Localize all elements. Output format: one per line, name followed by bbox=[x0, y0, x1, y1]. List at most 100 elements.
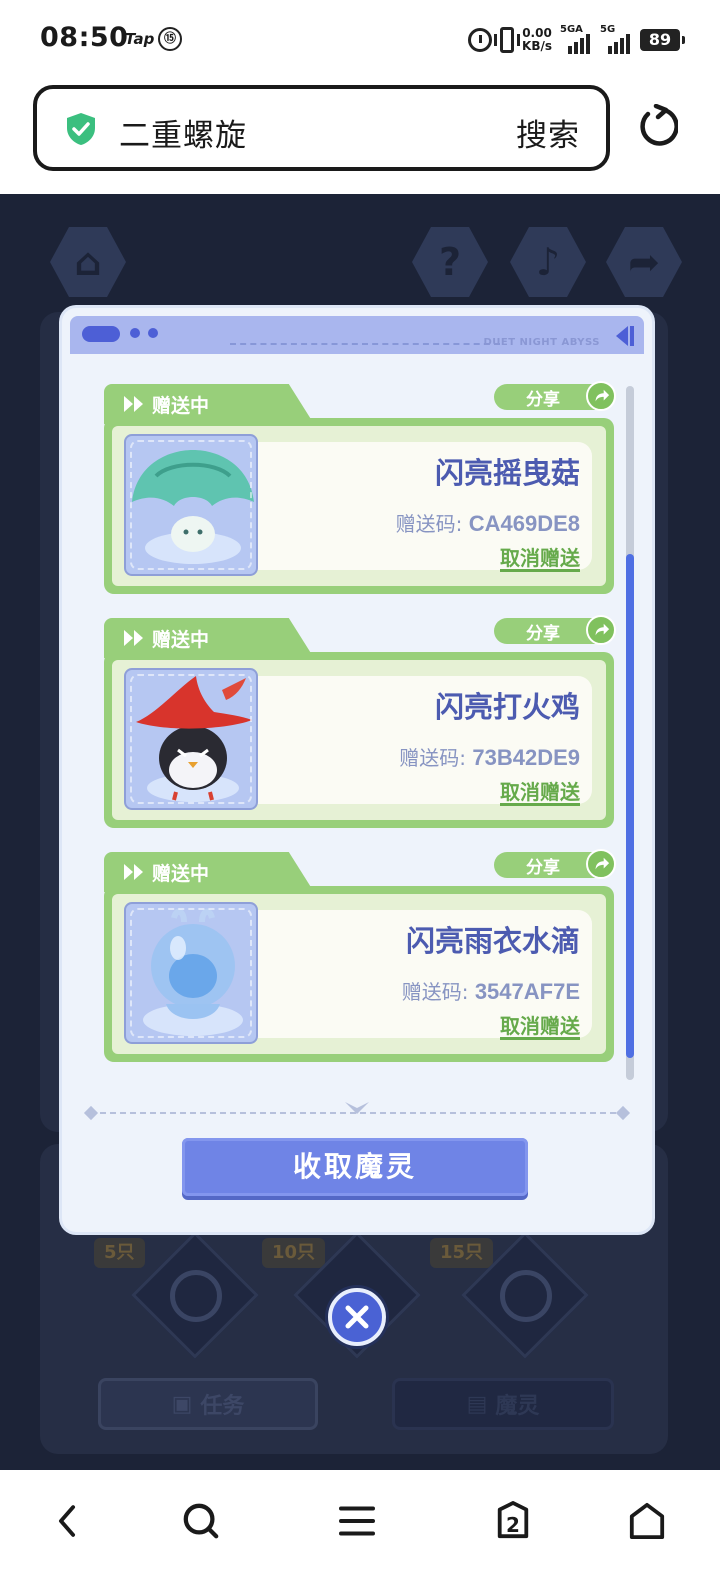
cancel-gift-link[interactable]: 取消赠送 bbox=[500, 542, 580, 571]
share-arrow-icon bbox=[586, 381, 616, 411]
task-tab-button[interactable]: ▣ 任务 bbox=[98, 1378, 318, 1430]
divider-end-dot bbox=[615, 1105, 631, 1121]
tabs-button[interactable]: 2 bbox=[488, 1496, 538, 1546]
license-icon: ⑮ bbox=[158, 27, 182, 51]
divider-end-dot bbox=[83, 1105, 99, 1121]
tab-count: 2 bbox=[506, 1513, 520, 1537]
gift-code: 赠送码: 73B42DE9 bbox=[399, 742, 580, 771]
menu-button[interactable] bbox=[332, 1496, 382, 1546]
card-frame: 闪亮摇曳菇 赠送码: CA469DE8 取消赠送 bbox=[104, 418, 614, 594]
collect-spirit-button[interactable]: 收取魔灵 bbox=[182, 1138, 528, 1196]
card-inner: 闪亮打火鸡 赠送码: 73B42DE9 取消赠送 bbox=[112, 660, 606, 820]
spirit-name: 闪亮打火鸡 bbox=[434, 690, 580, 724]
card-inner: 闪亮雨衣水滴 赠送码: 3547AF7E 取消赠送 bbox=[112, 894, 606, 1054]
status-time: 08:50 bbox=[40, 22, 129, 53]
fast-forward-icon bbox=[124, 630, 143, 646]
taptap-icon: Tap bbox=[125, 30, 155, 48]
check-icon bbox=[500, 1270, 552, 1322]
share-arrow-icon bbox=[586, 849, 616, 879]
raindrop-spirit-icon bbox=[143, 908, 243, 1036]
spirit-icon: ▤ bbox=[466, 1391, 488, 1417]
security-shield-icon bbox=[67, 113, 95, 145]
card-status-tab: 赠送中 bbox=[104, 618, 314, 658]
share-label: 分享 bbox=[526, 858, 560, 878]
share-arrow-icon bbox=[586, 615, 616, 645]
close-button[interactable] bbox=[328, 1288, 386, 1346]
share-button[interactable]: 分享 bbox=[494, 381, 616, 411]
alarm-icon bbox=[468, 28, 493, 52]
vibrate-icon bbox=[494, 27, 521, 53]
battery-icon: 89 bbox=[640, 29, 685, 51]
music-icon[interactable]: ♪ bbox=[510, 227, 586, 297]
help-icon[interactable]: ? bbox=[412, 227, 488, 297]
spirit-image-firebird bbox=[124, 668, 258, 810]
spirit-name: 闪亮雨衣水滴 bbox=[405, 924, 580, 958]
gift-card: 闪亮打火鸡 赠送码: 73B42DE9 取消赠送 赠送中 分享 bbox=[104, 615, 616, 828]
back-button[interactable] bbox=[42, 1496, 92, 1546]
spirit-name: 闪亮摇曳菇 bbox=[434, 456, 580, 490]
search-box[interactable]: 二重螺旋 搜索 bbox=[33, 85, 610, 171]
card-frame: 闪亮打火鸡 赠送码: 73B42DE9 取消赠送 bbox=[104, 652, 614, 828]
card-inner: 闪亮摇曳菇 赠送码: CA469DE8 取消赠送 bbox=[112, 426, 606, 586]
search-icon bbox=[183, 1503, 219, 1539]
header-dot bbox=[130, 328, 140, 338]
gift-code-prefix: 赠送码: bbox=[399, 746, 473, 770]
close-icon bbox=[345, 1305, 369, 1329]
speed-unit: KB/s bbox=[522, 39, 552, 53]
status-indicators: 0.00 KB/s 5GA 5G 89 bbox=[468, 24, 685, 56]
mushroom-spirit-icon bbox=[132, 450, 254, 564]
scrollbar-thumb[interactable] bbox=[626, 554, 634, 1058]
scrollbar[interactable] bbox=[626, 386, 634, 1080]
signal-5g-label: 5G bbox=[600, 24, 616, 35]
check-icon bbox=[170, 1270, 222, 1322]
search-button[interactable]: 搜索 bbox=[516, 110, 580, 155]
gift-code-prefix: 赠送码: bbox=[395, 512, 469, 536]
cancel-gift-link[interactable]: 取消赠送 bbox=[500, 1010, 580, 1039]
chevron-left-icon bbox=[58, 1505, 76, 1537]
header-title: DUET NIGHT ABYSS bbox=[483, 337, 600, 348]
game-viewport: ⌂ ? ♪ ➦ 5只 10只 15只 ▣ 任务 ▤ 魔灵 DUET NIGHT … bbox=[0, 194, 720, 1470]
browser-toolbar: 二重螺旋 搜索 bbox=[0, 80, 720, 194]
count-tag: 10只 bbox=[262, 1238, 326, 1268]
status-label: 赠送中 bbox=[152, 395, 210, 417]
share-game-icon[interactable]: ➦ bbox=[606, 227, 682, 297]
network-speed: 0.00 KB/s bbox=[522, 27, 552, 53]
fast-forward-icon bbox=[124, 396, 143, 412]
gift-code-value: CA469DE8 bbox=[468, 511, 580, 536]
search-query[interactable]: 二重螺旋 bbox=[119, 110, 247, 155]
gift-code-value: 3547AF7E bbox=[474, 979, 580, 1004]
header-dot bbox=[148, 328, 158, 338]
header-dashline bbox=[230, 343, 500, 345]
gift-code: 赠送码: CA469DE8 bbox=[396, 508, 580, 537]
signal-5ga-icon: 5GA bbox=[560, 24, 592, 54]
header-arrow-icon bbox=[616, 326, 628, 346]
spirit-tab-button[interactable]: ▤ 魔灵 bbox=[392, 1378, 614, 1430]
home-icon[interactable]: ⌂ bbox=[50, 227, 126, 297]
status-label: 赠送中 bbox=[152, 629, 210, 651]
cancel-gift-link[interactable]: 取消赠送 bbox=[500, 776, 580, 805]
firebird-spirit-icon bbox=[136, 676, 252, 802]
task-label: 任务 bbox=[200, 1394, 245, 1419]
fast-forward-icon bbox=[124, 864, 143, 880]
gift-code-prefix: 赠送码: bbox=[401, 980, 475, 1004]
spirit-image-raindrop bbox=[124, 902, 258, 1044]
share-label: 分享 bbox=[526, 390, 560, 410]
share-label: 分享 bbox=[526, 624, 560, 644]
share-button[interactable]: 分享 bbox=[494, 615, 616, 645]
gift-card: 闪亮雨衣水滴 赠送码: 3547AF7E 取消赠送 赠送中 分享 bbox=[104, 849, 616, 1062]
search-nav-button[interactable] bbox=[176, 1496, 226, 1546]
card-status-tab: 赠送中 bbox=[104, 852, 314, 892]
header-pill bbox=[82, 326, 120, 342]
refresh-icon[interactable] bbox=[638, 104, 678, 148]
chevron-down-icon bbox=[345, 1102, 369, 1114]
gift-code-value: 73B42DE9 bbox=[472, 745, 580, 770]
status-bar: 08:50 Tap ⑮ 0.00 KB/s 5GA 5G 89 bbox=[0, 0, 720, 80]
browser-bottom-nav: 2 bbox=[0, 1470, 720, 1584]
task-icon: ▣ bbox=[171, 1391, 193, 1417]
header-arrow-bar bbox=[630, 326, 634, 346]
home-nav-button[interactable] bbox=[622, 1496, 672, 1546]
gift-modal: DUET NIGHT ABYSS 闪亮摇曳菇 赠送码: CA469DE8 取消赠… bbox=[62, 308, 652, 1232]
signal-5g-icon: 5G bbox=[600, 24, 632, 54]
share-button[interactable]: 分享 bbox=[494, 849, 616, 879]
card-status-tab: 赠送中 bbox=[104, 384, 314, 424]
